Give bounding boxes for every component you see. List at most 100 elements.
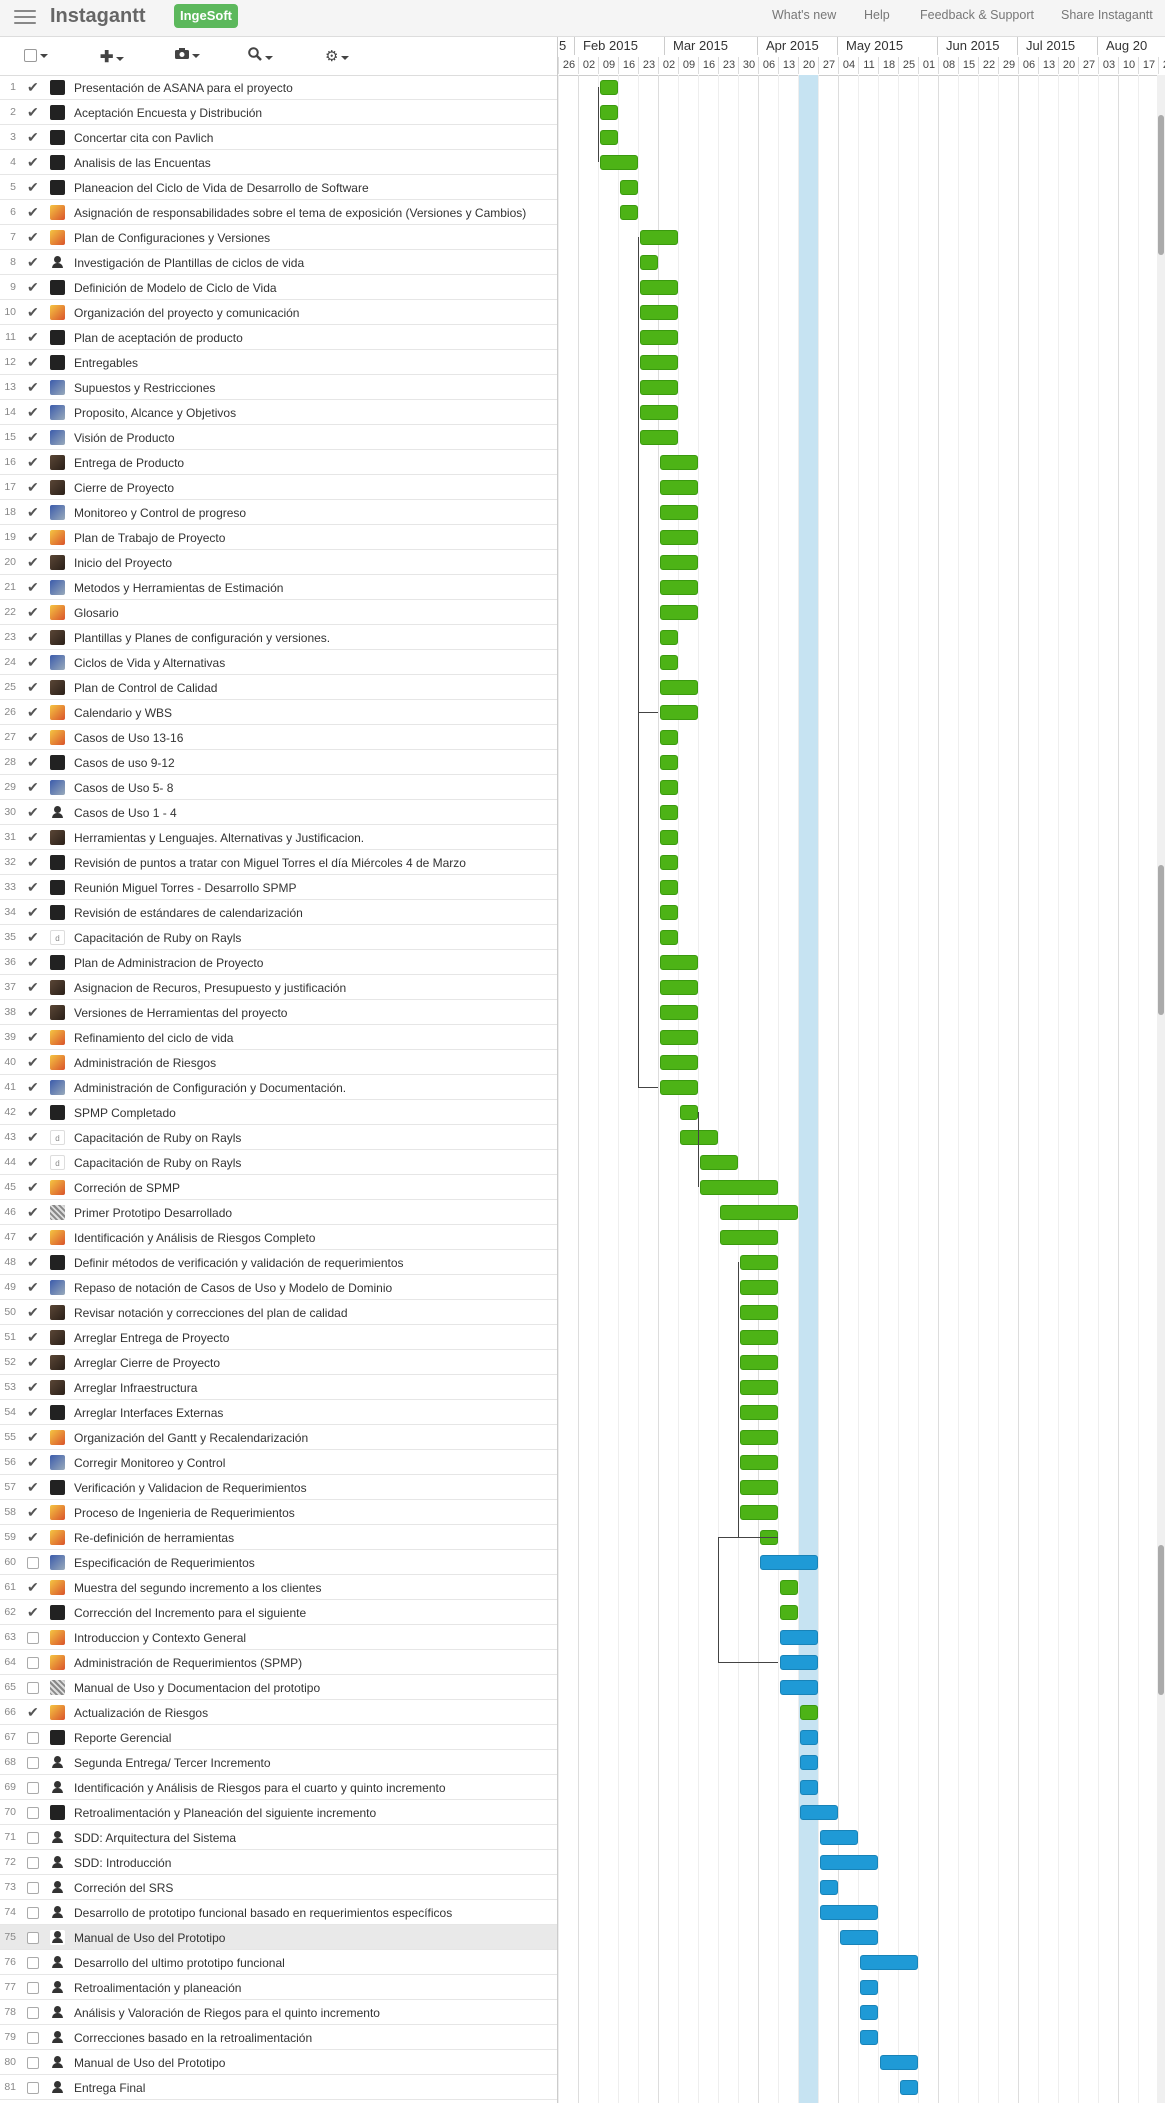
complete-check-icon[interactable]: ✔ [27, 605, 41, 619]
task-row[interactable]: 76 Desarrollo del ultimo prototipo funcio… [0, 1950, 557, 1975]
pending-task-bar[interactable] [820, 1880, 838, 1895]
task-row[interactable]: 48 ✔ Definir métodos de verificación y val… [0, 1250, 557, 1275]
complete-check-icon[interactable]: ✔ [27, 1605, 41, 1619]
assignee-avatar[interactable] [50, 555, 65, 570]
task-name[interactable]: Entregables [74, 356, 138, 370]
assignee-avatar[interactable] [50, 1930, 65, 1945]
completed-task-bar[interactable] [660, 480, 698, 495]
completed-task-bar[interactable] [640, 280, 678, 295]
assignee-avatar[interactable] [50, 1205, 65, 1220]
completed-task-bar[interactable] [740, 1355, 778, 1370]
complete-check-icon[interactable]: ✔ [27, 580, 41, 594]
completed-task-bar[interactable] [620, 180, 638, 195]
completed-task-bar[interactable] [640, 405, 678, 420]
task-row[interactable]: 9 ✔ Definición de Modelo de Ciclo de Vida [0, 275, 557, 300]
completed-task-bar[interactable] [640, 355, 678, 370]
completed-task-bar[interactable] [660, 980, 698, 995]
assignee-avatar[interactable] [50, 1980, 65, 1995]
task-checkbox[interactable] [27, 1655, 41, 1669]
task-row[interactable]: 4 ✔ Analisis de las Encuentas [0, 150, 557, 175]
task-name[interactable]: Identificación y Análisis de Riesgos Com… [74, 1231, 315, 1245]
task-name[interactable]: Proposito, Alcance y Objetivos [74, 406, 236, 420]
assignee-avatar[interactable] [50, 1430, 65, 1445]
task-name[interactable]: Casos de Uso 1 - 4 [74, 806, 177, 820]
assignee-avatar[interactable] [50, 530, 65, 545]
complete-check-icon[interactable]: ✔ [27, 805, 41, 819]
task-name[interactable]: Manual de Uso del Prototipo [74, 2056, 225, 2070]
nav-help[interactable]: Help [864, 8, 890, 22]
task-name[interactable]: SPMP Completado [74, 1106, 176, 1120]
complete-check-icon[interactable]: ✔ [27, 1455, 41, 1469]
task-row[interactable]: 32 ✔ Revisión de puntos a tratar con Migue… [0, 850, 557, 875]
task-row[interactable]: 42 ✔ SPMP Completado [0, 1100, 557, 1125]
nav-whats-new[interactable]: What's new [772, 8, 836, 22]
completed-task-bar[interactable] [620, 205, 638, 220]
complete-check-icon[interactable]: ✔ [27, 1080, 41, 1094]
complete-check-icon[interactable]: ✔ [27, 180, 41, 194]
complete-check-icon[interactable]: ✔ [27, 1155, 41, 1169]
task-name[interactable]: Presentación de ASANA para el proyecto [74, 81, 293, 95]
task-checkbox[interactable] [27, 1955, 41, 1969]
completed-task-bar[interactable] [660, 755, 678, 770]
add-icon[interactable]: ✚ [100, 47, 125, 66]
completed-task-bar[interactable] [660, 730, 678, 745]
task-name[interactable]: SDD: Introducción [74, 1856, 171, 1870]
task-row[interactable]: 37 ✔ Asignacion de Recuros, Presupuesto y … [0, 975, 557, 1000]
task-row[interactable]: 67 Reporte Gerencial [0, 1725, 557, 1750]
task-row[interactable]: 78 Análisis y Valoración de Riegos para e… [0, 2000, 557, 2025]
task-name[interactable]: Retroalimentación y Planeación del sigui… [74, 1806, 376, 1820]
assignee-avatar[interactable] [50, 730, 65, 745]
task-name[interactable]: Repaso de notación de Casos de Uso y Mod… [74, 1281, 392, 1295]
task-name[interactable]: Verificación y Validacion de Requerimien… [74, 1481, 307, 1495]
task-row[interactable]: 54 ✔ Arreglar Interfaces Externas [0, 1400, 557, 1425]
task-checkbox[interactable] [27, 1755, 41, 1769]
task-name[interactable]: Entrega de Producto [74, 456, 184, 470]
assignee-avatar[interactable] [50, 1405, 65, 1420]
task-name[interactable]: Asignación de responsabilidades sobre el… [74, 206, 526, 220]
completed-task-bar[interactable] [660, 805, 678, 820]
complete-check-icon[interactable]: ✔ [27, 1705, 41, 1719]
pending-task-bar[interactable] [900, 2080, 918, 2095]
task-row[interactable]: 35 ✔ d Capacitación de Ruby on Rayls [0, 925, 557, 950]
completed-task-bar[interactable] [660, 1030, 698, 1045]
task-row[interactable]: 22 ✔ Glosario [0, 600, 557, 625]
task-name[interactable]: Manual de Uso y Documentacion del protot… [74, 1681, 320, 1695]
completed-task-bar[interactable] [660, 1080, 698, 1095]
assignee-avatar[interactable] [50, 605, 65, 620]
assignee-avatar[interactable] [50, 230, 65, 245]
assignee-avatar[interactable] [50, 1780, 65, 1795]
task-row[interactable]: 50 ✔ Revisar notación y correcciones del p… [0, 1300, 557, 1325]
task-name[interactable]: Plan de Control de Calidad [74, 681, 217, 695]
task-row[interactable]: 71 SDD: Arquitectura del Sistema [0, 1825, 557, 1850]
assignee-avatar[interactable] [50, 1455, 65, 1470]
completed-task-bar[interactable] [660, 830, 678, 845]
camera-icon[interactable] [175, 47, 200, 65]
complete-check-icon[interactable]: ✔ [27, 1405, 41, 1419]
task-row[interactable]: 58 ✔ Proceso de Ingenieria de Requerimient… [0, 1500, 557, 1525]
completed-task-bar[interactable] [660, 680, 698, 695]
task-row[interactable]: 11 ✔ Plan de aceptación de producto [0, 325, 557, 350]
task-name[interactable]: Análisis y Valoración de Riegos para el … [74, 2006, 380, 2020]
task-name[interactable]: Analisis de las Encuentas [74, 156, 211, 170]
assignee-avatar[interactable] [50, 2080, 65, 2095]
hamburger-menu-icon[interactable] [14, 10, 36, 26]
assignee-avatar[interactable] [50, 430, 65, 445]
task-row[interactable]: 47 ✔ Identificación y Análisis de Riesgos … [0, 1225, 557, 1250]
task-row[interactable]: 64 Administración de Requerimientos (SPMP… [0, 1650, 557, 1675]
assignee-avatar[interactable] [50, 1055, 65, 1070]
nav-feedback[interactable]: Feedback & Support [920, 8, 1034, 22]
complete-check-icon[interactable]: ✔ [27, 755, 41, 769]
completed-task-bar[interactable] [740, 1430, 778, 1445]
task-name[interactable]: Actualización de Riesgos [74, 1706, 208, 1720]
task-name[interactable]: Proceso de Ingenieria de Requerimientos [74, 1506, 295, 1520]
completed-task-bar[interactable] [640, 305, 678, 320]
complete-check-icon[interactable]: ✔ [27, 255, 41, 269]
complete-check-icon[interactable]: ✔ [27, 105, 41, 119]
task-row[interactable]: 36 ✔ Plan de Administracion de Proyecto [0, 950, 557, 975]
complete-check-icon[interactable]: ✔ [27, 230, 41, 244]
task-name[interactable]: Corregir Monitoreo y Control [74, 1456, 225, 1470]
assignee-avatar[interactable] [50, 755, 65, 770]
completed-task-bar[interactable] [740, 1255, 778, 1270]
complete-check-icon[interactable]: ✔ [27, 1005, 41, 1019]
completed-task-bar[interactable] [600, 105, 618, 120]
